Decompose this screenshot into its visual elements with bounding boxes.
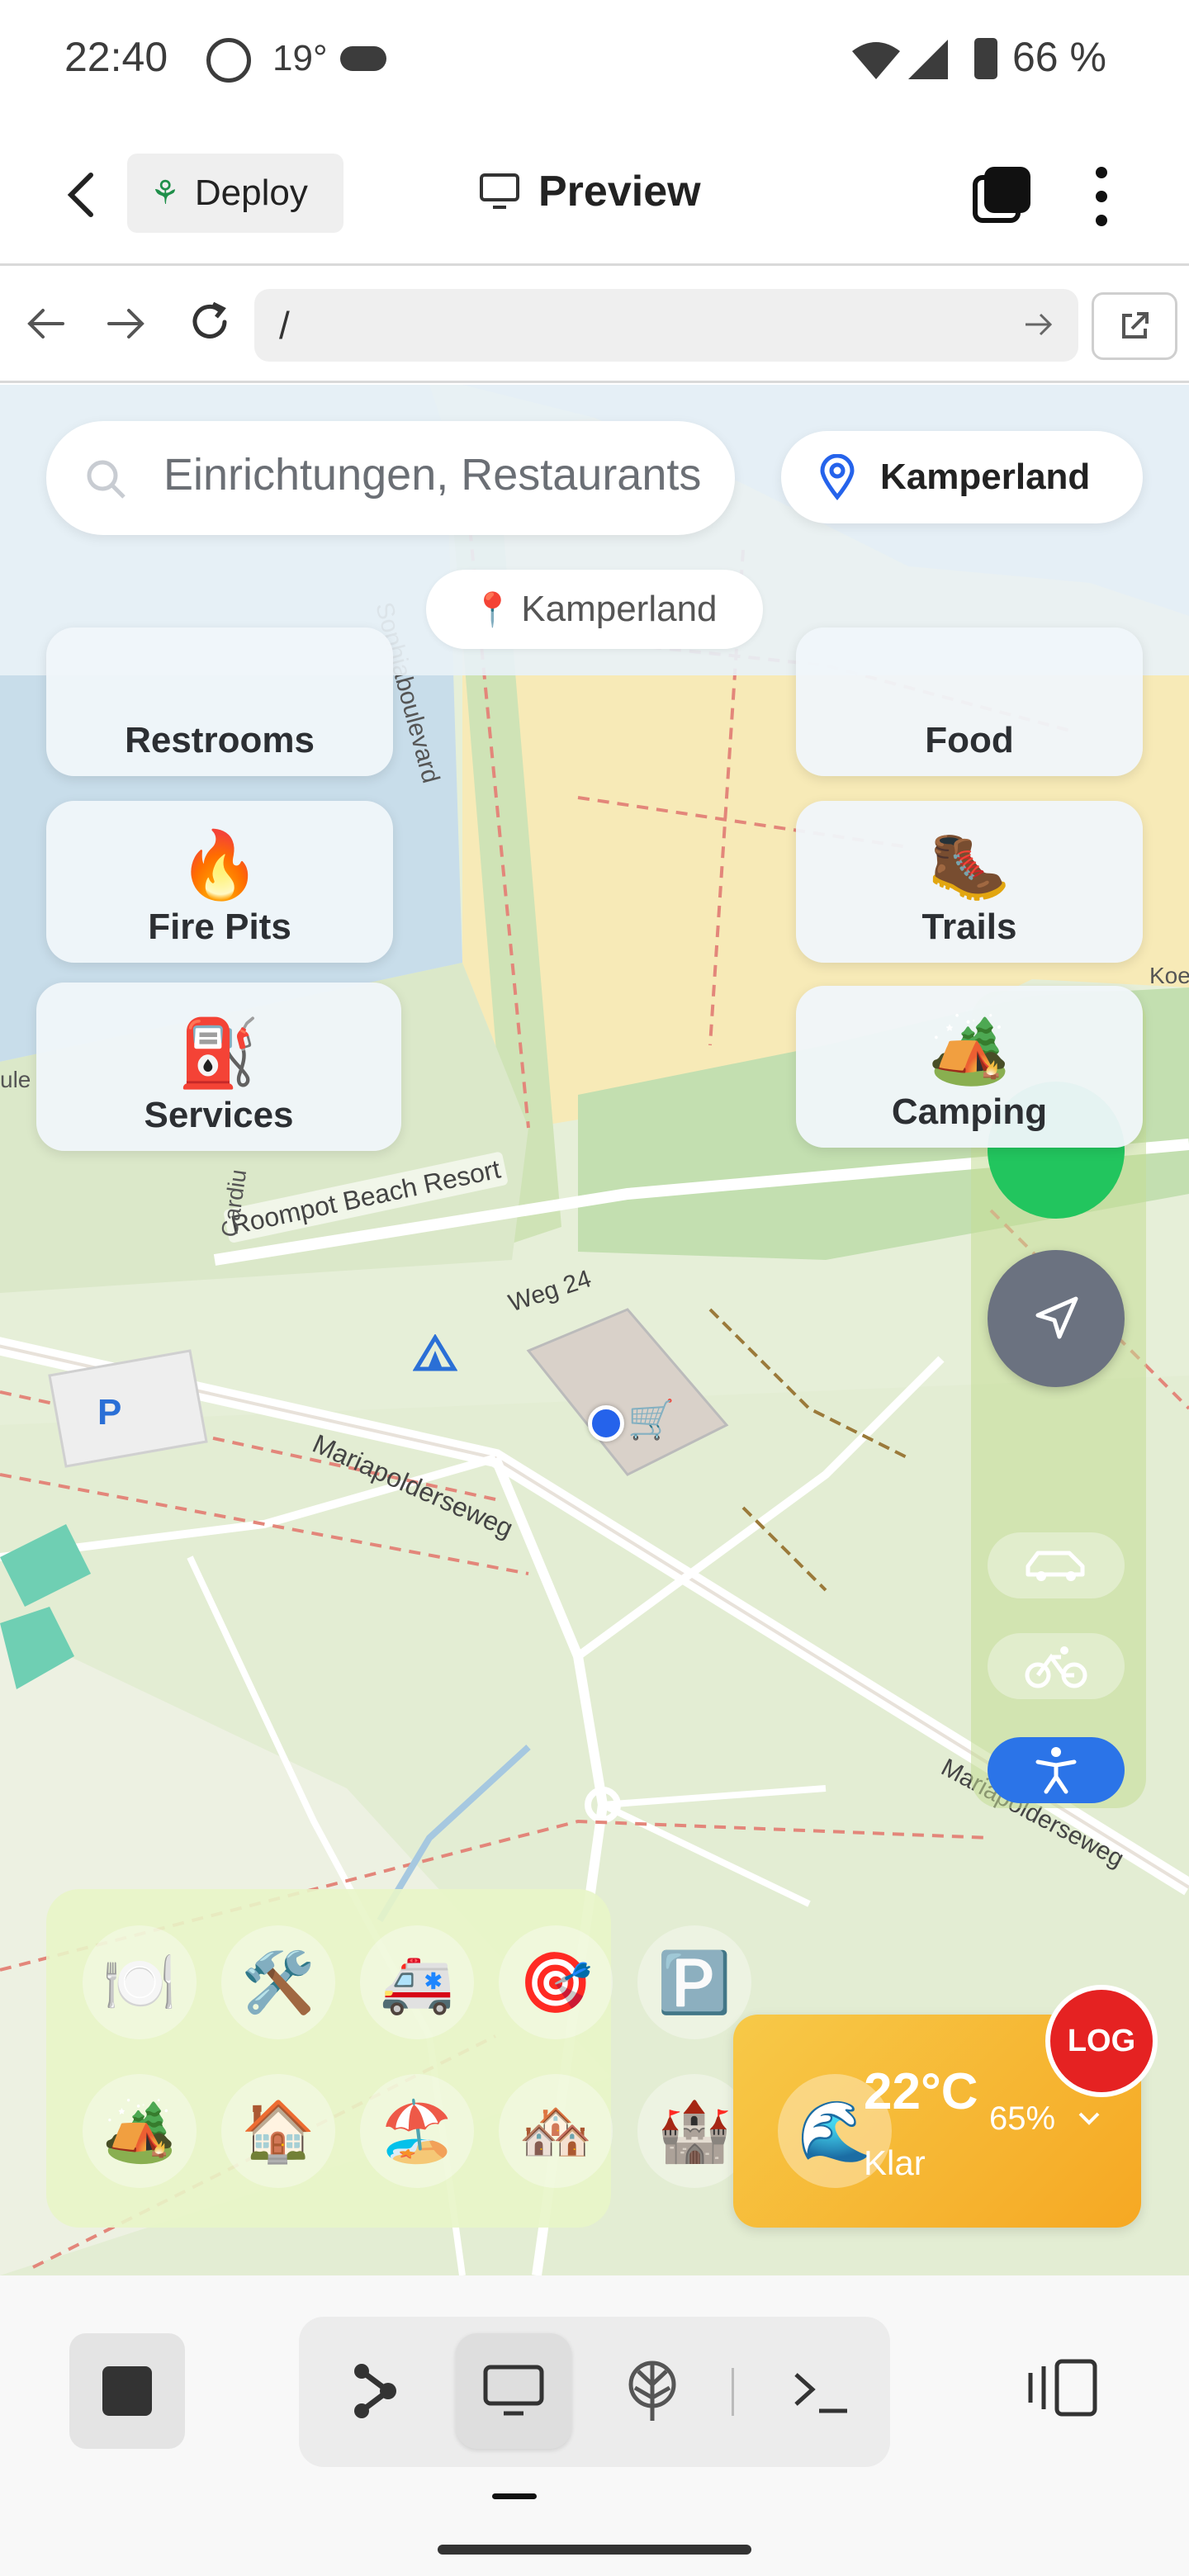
accessibility-icon (1035, 1747, 1077, 1794)
panel-layout-icon[interactable] (1027, 2358, 1098, 2417)
tray-tools-icon[interactable]: 🛠️ (221, 1925, 335, 2039)
preview-tool[interactable] (456, 2333, 571, 2449)
status-bar: 22:40 19° 66 % (0, 0, 1189, 124)
restrooms-label: Restrooms (125, 720, 315, 760)
category-food[interactable]: Food (796, 627, 1143, 776)
category-trails[interactable]: 🥾 Trails (796, 801, 1143, 963)
parking-map-icon[interactable]: P (97, 1392, 121, 1433)
location-chip-label: Kamperland (521, 589, 718, 629)
trails-label: Trails (921, 907, 1017, 947)
tray-target-icon[interactable]: 🎯 (499, 1925, 613, 2039)
deploy-button[interactable]: ⚘ Deploy (127, 154, 343, 233)
fuel-pump-icon: ⛽ (178, 1016, 260, 1090)
tray-camping-icon[interactable]: 🏕️ (83, 2074, 197, 2188)
signal-icon (908, 40, 948, 79)
category-camping[interactable]: 🏕️ Camping (796, 986, 1143, 1148)
category-fire-pits[interactable]: 🔥 Fire Pits (46, 801, 393, 963)
monitor-icon (480, 173, 519, 209)
more-menu-icon[interactable] (1095, 167, 1108, 226)
url-text: / (279, 304, 290, 347)
chevron-down-icon[interactable] (1077, 2110, 1101, 2127)
log-button[interactable]: LOG (1045, 1985, 1158, 2097)
nav-back-icon[interactable] (25, 305, 66, 342)
hiking-boot-icon: 🥾 (928, 828, 1011, 902)
category-restrooms[interactable]: Restrooms (46, 627, 393, 776)
tray-beach-umbrella-icon[interactable]: 🏖️ (360, 2074, 474, 2188)
reload-icon[interactable] (187, 299, 233, 345)
tray-plate-icon[interactable]: 🍽️ (83, 1925, 197, 2039)
camping-label: Camping (891, 1091, 1048, 1132)
red-pin-icon: 📍 (471, 591, 514, 628)
status-time: 22:40 (64, 34, 168, 80)
deploy-tree-icon (628, 2361, 676, 2421)
tabs-icon[interactable] (973, 167, 1030, 225)
url-bar: / (0, 266, 1189, 383)
toolbar-divider (732, 2368, 734, 2416)
nav-forward-icon[interactable] (106, 305, 147, 342)
preview-title: Preview (479, 167, 701, 216)
monitor-icon (483, 2365, 544, 2416)
drag-handle[interactable] (492, 2493, 537, 2499)
ide-bottom-bar (0, 2275, 1189, 2576)
map-label-ule: ule (0, 1067, 31, 1092)
weather-temperature: 22°C (864, 2063, 978, 2120)
services-label: Services (144, 1095, 294, 1135)
shopping-cart-icon[interactable]: 🛒 (628, 1397, 675, 1442)
preview-label: Preview (538, 168, 701, 215)
fire-pits-label: Fire Pits (148, 907, 291, 947)
console-tool[interactable] (763, 2333, 879, 2449)
navigation-arrow-icon (1035, 1296, 1078, 1339)
tray-parking-icon[interactable]: 🅿️ (637, 1925, 751, 2039)
app-bar: ⚘ Deploy Preview (0, 124, 1189, 266)
car-mode-button[interactable] (988, 1532, 1125, 1598)
fire-icon: 🔥 (178, 828, 261, 902)
search-placeholder: Einrichtungen, Restaurants (163, 450, 702, 500)
tray-house-icon[interactable]: 🏠 (221, 2074, 335, 2188)
quick-category-tray: 🍽️ 🛠️ 🚑 🎯 🏕️ 🏠 🏖️ 🏘️ (46, 1889, 613, 2228)
car-icon (1026, 1551, 1085, 1581)
search-input[interactable]: Einrichtungen, Restaurants (46, 421, 735, 535)
location-button[interactable]: Kamperland (781, 431, 1143, 523)
wifi-icon (852, 42, 900, 79)
weather-condition: Klar (864, 2143, 926, 2182)
bike-mode-button[interactable] (988, 1633, 1125, 1699)
navigate-button[interactable] (988, 1250, 1125, 1387)
battery-percent: 66 % (1012, 34, 1106, 80)
location-pin-icon (820, 454, 855, 500)
deploy-label: Deploy (194, 173, 308, 213)
terminal-icon (794, 2373, 847, 2413)
stop-icon (102, 2366, 152, 2416)
user-location-dot (588, 1405, 624, 1442)
bicycle-icon (1025, 1646, 1087, 1688)
category-services[interactable]: ⛽ Services (36, 983, 401, 1151)
weather-humidity: 65% (989, 2100, 1056, 2137)
system-nav-bar[interactable] (438, 2545, 751, 2555)
deploy-tree-icon: ⚘ (150, 175, 180, 211)
stop-button[interactable] (69, 2333, 185, 2449)
walk-mode-button[interactable] (988, 1737, 1125, 1803)
camping-icon: 🏕️ (928, 1013, 1011, 1087)
back-arrow-icon[interactable] (63, 170, 101, 220)
branch-icon (354, 2364, 396, 2418)
food-label: Food (925, 720, 1014, 760)
view-switcher (299, 2317, 890, 2467)
location-button-label: Kamperland (880, 457, 1091, 497)
map-label-koe: Koe (1149, 963, 1189, 988)
tray-houses-icon[interactable]: 🏘️ (499, 2074, 613, 2188)
go-arrow-icon[interactable] (1024, 310, 1054, 339)
status-temperature: 19° (272, 38, 328, 78)
url-input[interactable]: / (254, 289, 1078, 362)
battery-icon (974, 38, 997, 79)
open-external-icon (1122, 312, 1149, 339)
location-chip[interactable]: 📍 Kamperland (426, 570, 763, 649)
branch-tool[interactable] (317, 2333, 433, 2449)
tray-ambulance-icon[interactable]: 🚑 (360, 1925, 474, 2039)
whatsapp-icon (206, 38, 251, 83)
camping-map-icon[interactable] (413, 1334, 457, 1372)
open-external-button[interactable] (1092, 292, 1177, 360)
cloud-icon (340, 46, 386, 71)
search-icon (87, 460, 126, 499)
deploy-tool[interactable] (594, 2333, 710, 2449)
